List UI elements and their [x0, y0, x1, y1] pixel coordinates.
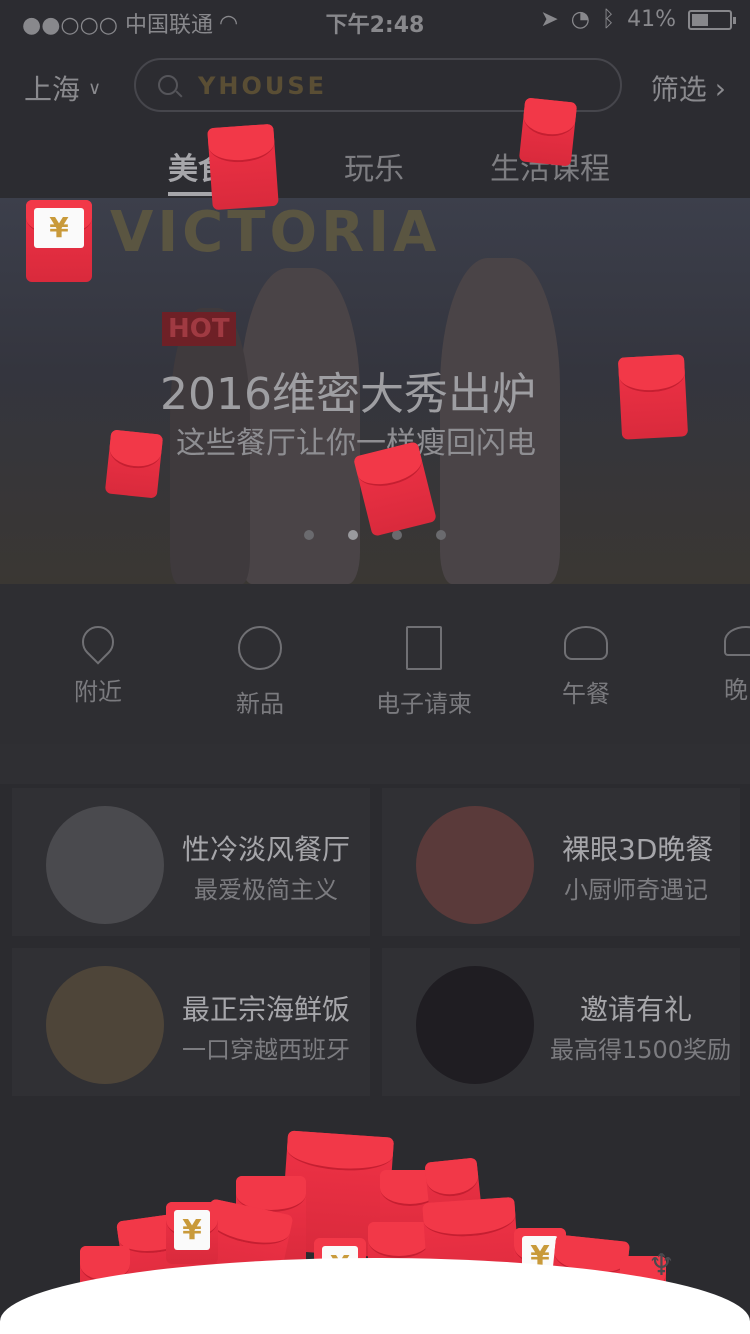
red-envelope-icon[interactable]: ¥ [26, 200, 92, 282]
carousel-dot[interactable] [304, 530, 314, 540]
carousel-dot[interactable] [348, 530, 358, 540]
card-title: 性冷淡风餐厅 [182, 833, 351, 866]
banner-title: 2016维密大秀出炉 [160, 369, 536, 420]
card-thumbnail [416, 966, 534, 1084]
carousel-dot[interactable] [436, 530, 446, 540]
clock-icon [238, 626, 282, 670]
battery-icon [688, 9, 736, 30]
quick-item-label: 电子请柬 [376, 690, 472, 718]
filter-button[interactable]: 筛选 › [651, 68, 726, 108]
yen-icon: ¥ [174, 1210, 210, 1250]
header: 上海 ∨ YHOUSE 筛选 › [0, 40, 750, 130]
location-icon: ➤ [540, 7, 559, 32]
search-icon [158, 75, 178, 95]
banner-subtitle: 这些餐厅让你一样瘦回闪电 [176, 426, 536, 461]
roast-chicken-icon [564, 626, 608, 660]
filter-label: 筛选 [650, 73, 707, 106]
alarm-icon: ◔ [570, 7, 590, 32]
card-thumbnail [46, 806, 164, 924]
category-tabs: 美食 玩乐 生活课程 [0, 130, 750, 198]
yen-icon: ¥ [34, 208, 84, 248]
city-selector[interactable]: 上海 ∨ [24, 68, 101, 108]
quick-item-label: 晚 [724, 676, 748, 704]
red-envelope-icon[interactable] [617, 354, 689, 440]
red-envelope-icon[interactable] [207, 123, 279, 211]
topic-cards: 性冷淡风餐厅 最爱极简主义 裸眼3D晚餐 小厨师奇遇记 最正宗海鲜饭 一口穿越西… [0, 784, 750, 1124]
banner-background-text: VICTORIA [110, 200, 441, 265]
quick-item-new[interactable]: 新品 [210, 626, 310, 719]
quick-item-dinner[interactable]: 晚 [700, 626, 750, 705]
status-bar: ●●○○○ 中国联通 ◠ 下午2:48 ➤ ◔ ᛒ 41% [0, 0, 750, 40]
search-logo: YHOUSE [198, 72, 328, 100]
card-subtitle: 一口穿越西班牙 [182, 1036, 350, 1064]
quick-item-invitation[interactable]: 电子请柬 [374, 626, 474, 719]
card-title: 邀请有礼 [580, 993, 693, 1026]
topic-card[interactable]: 最正宗海鲜饭 一口穿越西班牙 [12, 948, 370, 1096]
quick-item-label: 午餐 [562, 680, 610, 708]
cloche-icon [724, 626, 750, 656]
card-thumbnail [416, 806, 534, 924]
quick-item-nearby[interactable]: 附近 [48, 619, 148, 707]
card-title: 裸眼3D晚餐 [562, 833, 714, 866]
quick-entries: 附近 新品 电子请柬 午餐 晚 [0, 584, 750, 744]
card-title: 最正宗海鲜饭 [182, 993, 351, 1026]
card-subtitle: 最高得1500奖励 [550, 1036, 732, 1064]
topic-card[interactable]: 性冷淡风餐厅 最爱极简主义 [12, 788, 370, 936]
status-right: ➤ ◔ ᛒ 41% [540, 7, 736, 32]
card-subtitle: 小厨师奇遇记 [564, 876, 708, 904]
topic-card[interactable]: 邀请有礼 最高得1500奖励 [382, 948, 740, 1096]
bluetooth-icon: ᛒ [601, 7, 616, 32]
battery-percent: 41% [627, 7, 676, 32]
invitation-card-icon [406, 626, 442, 670]
red-envelope-icon: ¥ [166, 1202, 218, 1264]
location-pin-icon [75, 619, 121, 665]
quick-item-lunch[interactable]: 午餐 [536, 626, 636, 709]
quick-item-label: 新品 [236, 690, 284, 718]
quick-item-label: 附近 [74, 678, 122, 706]
card-thumbnail [46, 966, 164, 1084]
hot-badge: HOT [162, 312, 236, 346]
red-envelope-icon[interactable] [104, 429, 164, 499]
card-subtitle: 最爱极简主义 [194, 876, 338, 904]
topic-card[interactable]: 裸眼3D晚餐 小厨师奇遇记 [382, 788, 740, 936]
chevron-down-icon: ∨ [88, 77, 102, 99]
chevron-right-icon: › [714, 71, 726, 105]
tab-play[interactable]: 玩乐 [344, 144, 404, 188]
city-label: 上海 [24, 73, 81, 106]
red-envelope-icon[interactable] [518, 97, 578, 167]
